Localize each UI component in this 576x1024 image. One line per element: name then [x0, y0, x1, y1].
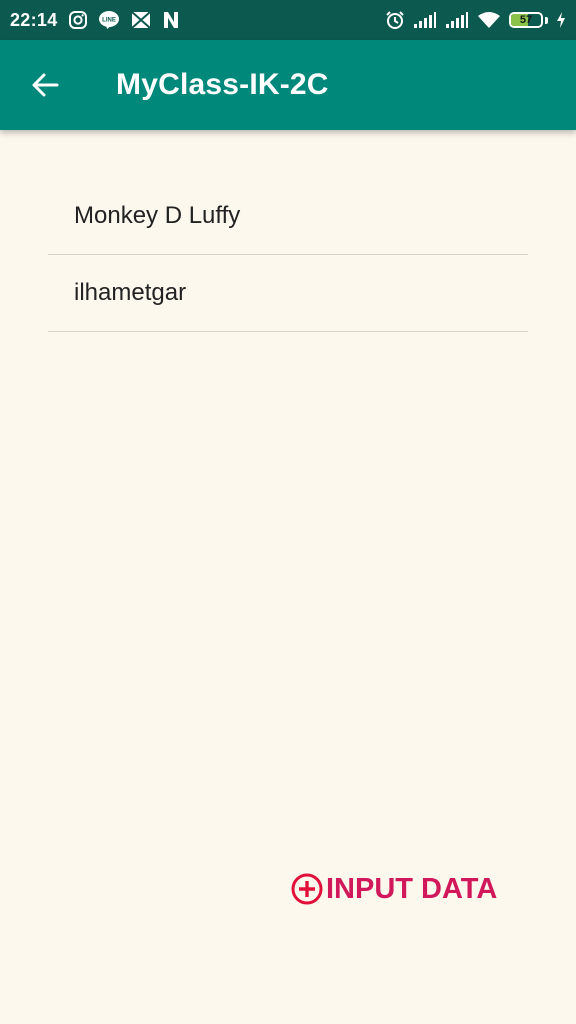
charging-icon: [556, 11, 566, 29]
instagram-icon: [68, 10, 88, 30]
back-button[interactable]: [22, 62, 68, 108]
status-left: 22:14 LINE: [10, 10, 180, 31]
arrow-back-icon: [32, 73, 59, 97]
app-bar: MyClass-IK-2C: [0, 40, 576, 130]
battery-indicator: 57: [509, 12, 543, 28]
battery-level: 57: [519, 14, 533, 26]
input-data-button[interactable]: INPUT DATA: [290, 866, 497, 912]
status-bar: 22:14 LINE 57: [0, 0, 576, 40]
battery-tip: [545, 16, 548, 24]
list-item[interactable]: Monkey D Luffy: [48, 178, 528, 255]
status-time: 22:14: [10, 9, 58, 30]
signal-icon: [445, 11, 469, 29]
svg-text:LINE: LINE: [102, 18, 116, 24]
list-item[interactable]: ilhametgar: [48, 255, 528, 332]
app-bar-title: MyClass-IK-2C: [116, 68, 329, 101]
alarm-icon: [385, 10, 405, 30]
add-circle-icon: [290, 872, 324, 906]
status-right: 57: [385, 10, 566, 30]
list-item-label: Monkey D Luffy: [74, 202, 241, 229]
wifi-icon: [477, 11, 501, 29]
n-icon: [162, 10, 180, 30]
mail-icon: [130, 10, 152, 30]
list-item-label: ilhametgar: [74, 279, 187, 306]
signal-icon: [413, 11, 437, 29]
input-data-label: INPUT DATA: [326, 872, 498, 905]
line-icon: LINE: [98, 10, 120, 30]
student-list: Monkey D Luffy ilhametgar: [48, 178, 528, 332]
